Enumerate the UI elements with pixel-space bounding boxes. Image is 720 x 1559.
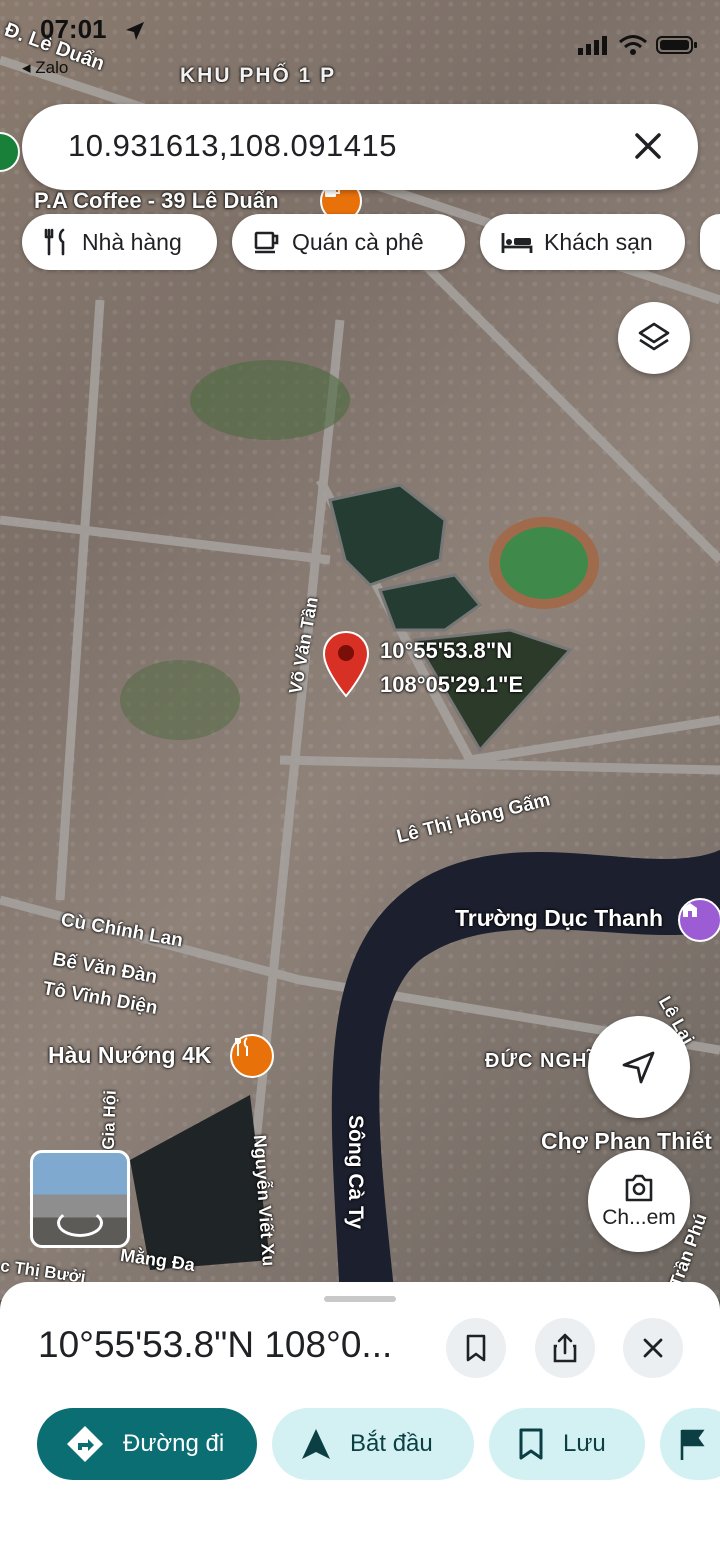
status-time: 07:01	[40, 14, 107, 44]
directions-icon	[67, 1426, 103, 1462]
close-sheet-button[interactable]	[623, 1318, 683, 1378]
battery-icon	[656, 36, 697, 54]
dropped-pin-icon[interactable]	[322, 630, 370, 698]
signal-icon	[578, 36, 607, 55]
save-button[interactable]: Lưu	[489, 1408, 645, 1480]
navigation-arrow-icon	[622, 1051, 655, 1084]
map-label-duc-nghia: ĐỨC NGHĨ	[485, 1050, 595, 1072]
wifi-icon	[619, 35, 647, 55]
camera-lens-icon	[625, 1174, 653, 1202]
more-actions-button[interactable]	[660, 1408, 720, 1480]
location-arrow-icon	[124, 20, 146, 42]
lens-search-button[interactable]: Ch...em	[588, 1150, 690, 1252]
bookmark-icon	[519, 1428, 543, 1460]
status-icons	[576, 34, 698, 56]
street-view-thumbnail[interactable]	[30, 1150, 130, 1248]
map-label-pa-coffee[interactable]: P.A Coffee - 39 Lê Duẩn	[34, 188, 279, 214]
save-bookmark-button[interactable]	[446, 1318, 506, 1378]
place-title: 10°55'53.8"N 108°0...	[38, 1324, 393, 1365]
my-location-button[interactable]	[588, 1016, 690, 1118]
chip-coffee-label: Quán cà phê	[292, 228, 424, 255]
chip-coffee[interactable]: Quán cà phê	[232, 214, 465, 270]
search-bar[interactable]: 10.931613,108.091415	[22, 104, 698, 190]
map-label-gia-hoi: Gia Hội	[98, 1089, 120, 1151]
back-to-app[interactable]: ◂ Zalo	[22, 58, 68, 78]
navigate-arrow-icon	[302, 1429, 330, 1459]
bookmark-icon	[466, 1334, 486, 1362]
map-label-song-ca-ty: Sông Cà Ty	[343, 1115, 367, 1229]
pin-latitude-label: 10°55'53.8"N	[380, 638, 513, 663]
close-icon	[643, 1338, 663, 1358]
save-label: Lưu	[563, 1430, 606, 1457]
directions-label: Đường đi	[123, 1430, 225, 1457]
chip-hotels[interactable]: Khách sạn	[480, 214, 685, 270]
map-label-khu-pho: KHU PHỐ 1 P	[180, 64, 337, 87]
start-label: Bắt đầu	[350, 1430, 433, 1457]
place-bottom-sheet[interactable]: 10°55'53.8"N 108°0... Đường đi Bắt đầu L…	[0, 1282, 720, 1559]
share-icon	[553, 1333, 577, 1363]
chip-restaurants[interactable]: Nhà hàng	[22, 214, 217, 270]
restaurant-icon	[44, 228, 65, 256]
layers-icon	[638, 322, 670, 351]
restaurant-poi-icon[interactable]	[230, 1034, 274, 1078]
map-label-truong-duc-thanh[interactable]: Trường Dục Thanh	[455, 905, 663, 932]
chip-hotels-label: Khách sạn	[544, 228, 653, 255]
clear-search-button[interactable]	[626, 124, 670, 168]
map-label-hau-nuong[interactable]: Hàu Nướng 4K	[48, 1042, 211, 1069]
flag-icon	[680, 1429, 705, 1460]
school-poi-icon[interactable]	[678, 898, 720, 942]
chip-restaurants-label: Nhà hàng	[82, 228, 182, 255]
share-button[interactable]	[535, 1318, 595, 1378]
directions-button[interactable]: Đường đi	[37, 1408, 257, 1480]
sheet-drag-handle[interactable]	[324, 1296, 396, 1302]
pin-longitude-label: 108°05'29.1"E	[380, 672, 524, 697]
search-input[interactable]: 10.931613,108.091415	[68, 128, 397, 164]
street-view-rotate-icon	[57, 1209, 103, 1237]
start-navigation-button[interactable]: Bắt đầu	[272, 1408, 474, 1480]
lens-label: Ch...em	[602, 1206, 676, 1229]
coffee-icon	[254, 231, 279, 254]
close-icon	[635, 133, 661, 159]
hotel-icon	[501, 233, 533, 253]
map-layers-button[interactable]	[618, 302, 690, 374]
chip-more[interactable]	[700, 214, 720, 270]
